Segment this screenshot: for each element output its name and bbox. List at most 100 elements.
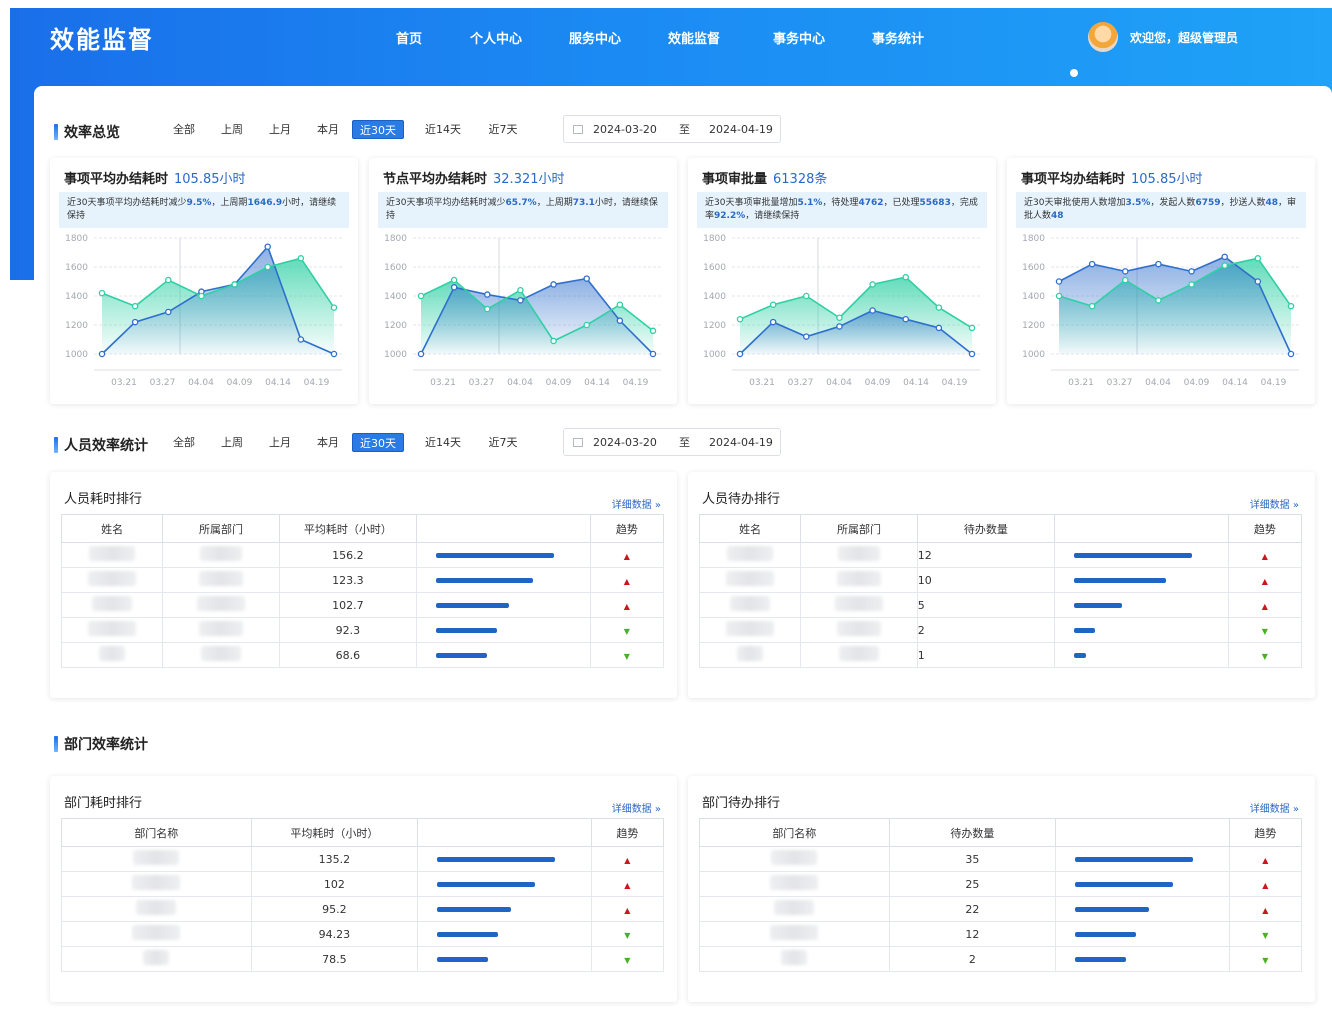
- dept-todo-title: 部门待办排行: [702, 796, 781, 811]
- progress-bar: [437, 931, 499, 937]
- card-value: 105.85小时: [1131, 172, 1203, 187]
- filter-6[interactable]: 近14天: [412, 433, 474, 452]
- data-point: [736, 350, 744, 358]
- redacted-cell: [60, 592, 164, 618]
- overview-card: 事项审批量 61328条 近30天事项审批量增加5.1%，待处理4762，已处理55…: [688, 158, 996, 404]
- start-date[interactable]: 2024-03-20: [593, 123, 679, 136]
- filter-7[interactable]: 近7天: [474, 120, 532, 139]
- people-time-more-link[interactable]: 详细数据 »: [612, 496, 661, 511]
- redacted-cell: [60, 642, 164, 668]
- avatar[interactable]: [1088, 22, 1118, 52]
- data-point: [836, 314, 843, 322]
- user-info[interactable]: 欢迎您，超级管理员: [1088, 22, 1238, 52]
- filter-2[interactable]: 上周: [208, 120, 256, 139]
- data-point: [869, 281, 876, 288]
- y-tick-label: 1200: [65, 321, 88, 331]
- note-highlight: 73.1: [572, 198, 595, 208]
- x-tick-label: 04.14: [1222, 378, 1248, 388]
- trend-up-icon: ▲: [623, 551, 630, 561]
- dept-time-table: 部门名称 平均耗时（小时） 趋势 135.2 ▲ 102 ▲ 95.2 ▲ 94.23 ▼ 78.5 ▼: [61, 818, 665, 972]
- filter-3[interactable]: 上月: [256, 433, 304, 452]
- column-header: 趋势: [589, 514, 665, 543]
- nav-supervision[interactable]: 效能监督: [668, 28, 773, 47]
- dept-todo-more-link[interactable]: 详细数据 »: [1250, 800, 1299, 815]
- nav-service[interactable]: 服务中心: [569, 28, 668, 47]
- filter-2[interactable]: 上周: [208, 433, 256, 452]
- redacted-text: [835, 596, 884, 611]
- dept-time-card: 部门耗时排行 详细数据 » 部门名称 平均耗时（小时） 趋势 135.2 ▲ 102 ▲ 95.2…: [50, 776, 677, 1002]
- x-tick-label: 04.19: [623, 378, 649, 388]
- nav-statistics[interactable]: 事务统计: [872, 28, 952, 47]
- card-title: 事项审批量 61328条: [702, 168, 827, 187]
- people-todo-more-link[interactable]: 详细数据 »: [1250, 496, 1299, 511]
- filter-1[interactable]: 全部: [160, 433, 208, 452]
- data-point: [803, 292, 810, 300]
- dept-time-more-link[interactable]: 详细数据 »: [612, 800, 661, 815]
- data-point: [264, 263, 271, 271]
- start-date[interactable]: 2024-03-20: [593, 436, 679, 449]
- trend-down-icon: ▼: [1261, 651, 1268, 661]
- y-tick-label: 1800: [703, 234, 726, 244]
- redacted-cell: [61, 946, 252, 972]
- overview-date-range[interactable]: 2024-03-20 至 2024-04-19: [563, 115, 781, 143]
- filter-5[interactable]: 近30天: [352, 120, 404, 139]
- progress-bar: [436, 652, 488, 658]
- x-tick-label: 04.14: [903, 378, 929, 388]
- data-point: [1155, 260, 1162, 268]
- table-row: 68.6 ▼: [60, 642, 665, 668]
- x-tick-label: 04.04: [1145, 378, 1171, 388]
- end-date[interactable]: 2024-04-19: [709, 123, 773, 136]
- dept-section-title: 部门效率统计: [54, 734, 148, 754]
- value-cell: 35: [888, 846, 1057, 872]
- data-point: [484, 305, 491, 313]
- y-tick-label: 1000: [1022, 350, 1045, 360]
- note-highlight: 3.5%: [1125, 198, 1151, 208]
- filter-6[interactable]: 近14天: [412, 120, 474, 139]
- x-tick-label: 03.21: [430, 378, 456, 388]
- column-header: 姓名: [698, 514, 802, 543]
- end-date[interactable]: 2024-04-19: [709, 436, 773, 449]
- data-point: [968, 350, 976, 358]
- people-time-card: 人员耗时排行 详细数据 » 姓名 所属部门 平均耗时（小时） 趋势 156.2 ▲ 123.3 ▲…: [50, 472, 677, 698]
- filter-3[interactable]: 上月: [256, 120, 304, 139]
- x-tick-label: 04.09: [1184, 378, 1210, 388]
- filter-4[interactable]: 本月: [304, 433, 352, 452]
- nav-personal[interactable]: 个人中心: [470, 28, 569, 47]
- data-point: [1188, 281, 1195, 288]
- table-row: 35 ▲: [699, 846, 1303, 872]
- bar-cell: [416, 642, 591, 668]
- trend-cell: ▲: [1228, 871, 1303, 897]
- bar-cell: [417, 846, 592, 872]
- data-point: [1055, 278, 1063, 285]
- column-header: 姓名: [60, 514, 164, 543]
- data-point: [935, 324, 943, 332]
- y-tick-label: 1200: [1022, 321, 1045, 331]
- redacted-text: [770, 875, 819, 890]
- filter-1[interactable]: 全部: [160, 120, 208, 139]
- table-row: 2 ▼: [699, 946, 1303, 972]
- redacted-text: [726, 571, 775, 586]
- data-point: [736, 315, 744, 323]
- overview-card: 事项平均办结耗时 105.85小时 近30天审批使用人数增加3.5%，发起人数675…: [1007, 158, 1315, 404]
- calendar-icon: [573, 124, 583, 134]
- nav-affairs[interactable]: 事务中心: [773, 28, 872, 47]
- card-title-text: 事项审批量: [702, 172, 768, 187]
- progress-bar: [436, 627, 498, 633]
- note-text: ，发起人数: [1150, 198, 1196, 208]
- redacted-text: [133, 850, 180, 865]
- progress-bar: [437, 956, 489, 962]
- data-point: [165, 308, 172, 316]
- people-section-title: 人员效率统计: [54, 435, 148, 455]
- x-tick-label: 03.27: [1107, 378, 1133, 388]
- nav-home[interactable]: 首页: [396, 28, 470, 47]
- people-date-range[interactable]: 2024-03-20 至 2024-04-19: [563, 428, 781, 456]
- bar-cell: [1055, 846, 1230, 872]
- trend-up-icon: ▲: [1261, 551, 1268, 561]
- filter-5[interactable]: 近30天: [352, 433, 404, 452]
- note-highlight: 55683: [919, 198, 951, 208]
- bar-cell: [416, 592, 591, 618]
- filter-4[interactable]: 本月: [304, 120, 352, 139]
- redacted-text: [197, 596, 246, 611]
- value-cell: 135.2: [250, 846, 419, 872]
- filter-7[interactable]: 近7天: [474, 433, 532, 452]
